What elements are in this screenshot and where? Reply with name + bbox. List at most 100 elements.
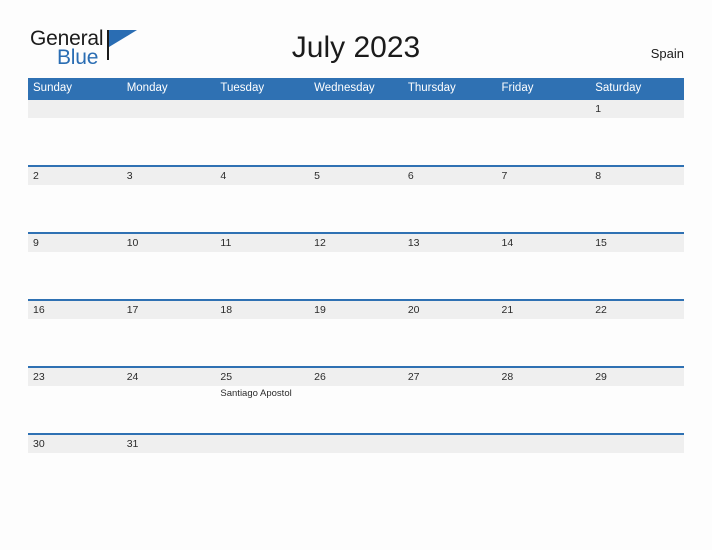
day-cell[interactable]: 17 — [121, 301, 216, 366]
day-cell[interactable]: 20 — [402, 301, 497, 366]
day-cell[interactable]: 23 — [28, 368, 122, 433]
day-cell[interactable]: 18 — [215, 301, 310, 366]
day-cell[interactable] — [402, 435, 497, 473]
day-event — [497, 118, 591, 120]
day-event — [309, 118, 403, 120]
day-event — [590, 319, 684, 321]
day-number — [215, 100, 310, 118]
day-event — [497, 252, 591, 254]
day-cell[interactable]: 28 — [496, 368, 591, 433]
weekday-header-sunday: Sunday — [33, 82, 73, 94]
day-cell[interactable] — [496, 435, 591, 473]
day-number: 29 — [590, 368, 684, 386]
week-row: 16 17 18 19 20 21 22 — [28, 299, 684, 366]
day-number — [496, 100, 591, 118]
day-event — [309, 185, 403, 187]
day-event — [122, 386, 216, 388]
day-event — [215, 453, 309, 455]
day-event — [28, 252, 122, 254]
day-event — [215, 118, 309, 120]
day-cell[interactable]: 19 — [309, 301, 403, 366]
day-cell[interactable] — [590, 435, 684, 473]
day-cell[interactable]: 29 — [590, 368, 684, 433]
day-event — [403, 118, 497, 120]
day-number: 6 — [402, 167, 497, 185]
day-event — [309, 319, 403, 321]
day-event: Santiago Apostol — [220, 388, 292, 399]
day-number: 22 — [590, 301, 684, 319]
day-number: 18 — [215, 301, 310, 319]
day-number: 31 — [121, 435, 216, 453]
day-cell[interactable]: 14 — [496, 234, 591, 299]
day-cell[interactable]: 22 — [590, 301, 684, 366]
day-number — [309, 100, 403, 118]
day-event — [590, 386, 684, 388]
day-event — [309, 453, 403, 455]
day-cell[interactable]: 11 — [215, 234, 310, 299]
day-cell[interactable]: 31 — [121, 435, 216, 473]
day-cell[interactable]: 27 — [402, 368, 497, 433]
day-number: 25 — [215, 368, 310, 386]
page-header: General Blue July 2023 Spain — [0, 0, 712, 78]
day-number: 27 — [402, 368, 497, 386]
day-cell[interactable]: 2 — [28, 167, 122, 232]
day-event — [590, 252, 684, 254]
day-cell[interactable]: 13 — [402, 234, 497, 299]
day-event — [590, 118, 684, 120]
day-number — [402, 100, 497, 118]
day-number — [590, 435, 684, 453]
day-cell[interactable]: 12 — [309, 234, 403, 299]
day-cell[interactable] — [402, 100, 497, 165]
day-number — [215, 435, 310, 453]
day-cell[interactable]: 7 — [496, 167, 591, 232]
day-event — [28, 453, 122, 455]
day-cell[interactable]: 1 — [590, 100, 684, 165]
day-cell[interactable]: 15 — [590, 234, 684, 299]
day-cell[interactable]: 21 — [496, 301, 591, 366]
day-cell[interactable]: 9 — [28, 234, 122, 299]
country-label: Spain — [650, 46, 684, 61]
day-number: 14 — [496, 234, 591, 252]
day-event — [122, 319, 216, 321]
week-row: 30 31 — [28, 433, 684, 473]
day-cell[interactable]: 24 — [121, 368, 216, 433]
day-cell[interactable]: 30 — [28, 435, 122, 473]
day-number: 26 — [309, 368, 403, 386]
day-number: 23 — [28, 368, 122, 386]
day-cell[interactable]: 10 — [121, 234, 216, 299]
day-cell[interactable]: 4 — [215, 167, 310, 232]
day-cell[interactable] — [309, 100, 403, 165]
day-event — [590, 453, 684, 455]
day-number: 1 — [590, 100, 684, 118]
day-cell[interactable]: 3 — [121, 167, 216, 232]
day-number — [121, 100, 216, 118]
day-cell[interactable]: 8 — [590, 167, 684, 232]
day-cell[interactable]: 5 — [309, 167, 403, 232]
day-number: 3 — [121, 167, 216, 185]
day-number: 13 — [402, 234, 497, 252]
weekday-header-monday: Monday — [126, 82, 168, 94]
day-event — [590, 185, 684, 187]
day-number: 12 — [309, 234, 403, 252]
day-event — [122, 453, 216, 455]
day-cell[interactable]: 16 — [28, 301, 122, 366]
weekday-header-saturday: Saturday — [595, 82, 642, 94]
day-number: 30 — [28, 435, 122, 453]
day-cell[interactable] — [309, 435, 403, 473]
weekday-header-wednesday: Wednesday — [314, 82, 375, 94]
day-number: 4 — [215, 167, 310, 185]
day-number: 15 — [590, 234, 684, 252]
day-cell[interactable]: 6 — [402, 167, 497, 232]
day-cell[interactable] — [121, 100, 216, 165]
day-cell[interactable]: 26 — [309, 368, 403, 433]
week-row: 1 — [28, 98, 684, 165]
day-cell[interactable]: 25 Santiago Apostol — [215, 368, 310, 433]
week-row: 2 3 4 5 6 7 8 — [28, 165, 684, 232]
week-row: 23 24 25 Santiago Apostol 26 27 28 29 — [28, 366, 684, 433]
day-cell[interactable] — [215, 435, 310, 473]
day-event — [497, 319, 591, 321]
day-number: 28 — [496, 368, 591, 386]
day-cell[interactable] — [496, 100, 591, 165]
day-cell[interactable] — [215, 100, 310, 165]
day-cell[interactable] — [28, 100, 122, 165]
